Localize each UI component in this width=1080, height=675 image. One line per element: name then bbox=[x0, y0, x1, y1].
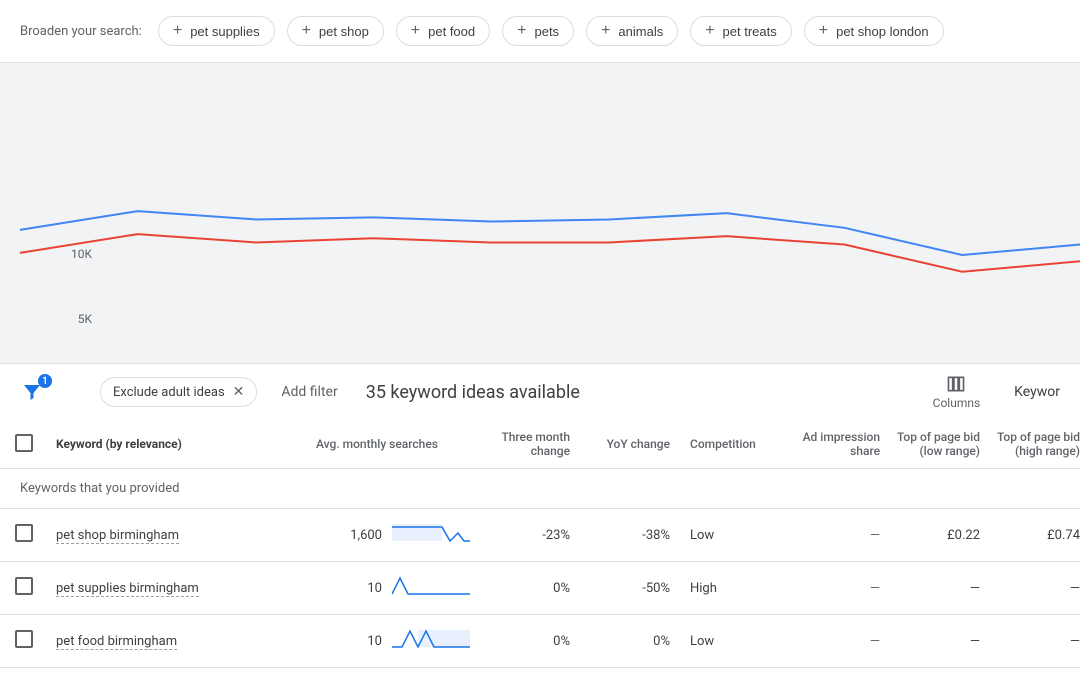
ad-share-cell: — bbox=[778, 562, 888, 615]
chart-series-line bbox=[20, 234, 1080, 272]
columns-icon bbox=[946, 374, 966, 394]
row-checkbox[interactable] bbox=[15, 630, 33, 648]
broaden-pill[interactable]: +pets bbox=[502, 16, 574, 46]
plus-icon: + bbox=[601, 23, 610, 39]
chart-svg: 10K 5K 0 Feb 2024MarAprMayJunJulAugSeptO… bbox=[0, 63, 1080, 363]
table-row: pet food birmingham100%0%Low——— bbox=[0, 615, 1080, 668]
broaden-search-bar: Broaden your search: +pet supplies +pet … bbox=[0, 0, 1080, 63]
col-three-month[interactable]: Three month change bbox=[478, 420, 578, 469]
y-tick-10k: 10K bbox=[71, 247, 92, 261]
add-filter-button[interactable]: Add filter bbox=[281, 384, 337, 400]
broaden-pill[interactable]: +pet shop london bbox=[804, 16, 944, 46]
broaden-pill[interactable]: +pet food bbox=[396, 16, 490, 46]
table-row: pet supplies birmingham100%-50%High——— bbox=[0, 562, 1080, 615]
col-competition[interactable]: Competition bbox=[678, 420, 778, 469]
col-ad-share[interactable]: Ad impression share bbox=[778, 420, 888, 469]
plus-icon: + bbox=[819, 23, 828, 39]
keyword-link[interactable]: pet shop birmingham bbox=[56, 528, 179, 544]
keyword-view-label: Keywor bbox=[1014, 384, 1060, 400]
bid-high-cell: — bbox=[988, 615, 1080, 668]
bid-low-cell: £0.22 bbox=[888, 509, 988, 562]
plus-icon: + bbox=[302, 23, 311, 39]
broaden-pill[interactable]: +pet shop bbox=[287, 16, 384, 46]
chart-series-line bbox=[20, 211, 1080, 255]
table-row: pet shop birmingham 1,600 -23%-38%Low—£0.2… bbox=[0, 509, 1080, 562]
plus-icon: + bbox=[173, 23, 182, 39]
broaden-label: Broaden your search: bbox=[20, 24, 142, 39]
yoy-cell: -38% bbox=[578, 509, 678, 562]
yoy-cell: 0% bbox=[578, 615, 678, 668]
trend-chart: 10K 5K 0 Feb 2024MarAprMayJunJulAugSeptO… bbox=[0, 63, 1080, 363]
sparkline bbox=[392, 627, 470, 655]
yoy-cell: -50% bbox=[578, 562, 678, 615]
avg-searches-cell: 10 bbox=[316, 627, 470, 655]
col-bid-high[interactable]: Top of page bid (high range) bbox=[988, 420, 1080, 469]
y-tick-5k: 5K bbox=[78, 312, 93, 326]
ideas-count: 35 keyword ideas available bbox=[366, 382, 580, 403]
filter-bar: 1 Exclude adult ideas ✕ Add filter 35 ke… bbox=[0, 363, 1080, 420]
broaden-pill[interactable]: +pet treats bbox=[690, 16, 792, 46]
columns-button[interactable]: Columns bbox=[933, 374, 981, 410]
plus-icon: + bbox=[705, 23, 714, 39]
bid-low-cell: — bbox=[888, 562, 988, 615]
filter-funnel-button[interactable]: 1 bbox=[20, 380, 44, 404]
ad-share-cell: — bbox=[778, 509, 888, 562]
competition-cell: Low bbox=[678, 615, 778, 668]
bid-high-cell: £0.74 bbox=[988, 509, 1080, 562]
col-keyword[interactable]: Keyword (by relevance) bbox=[48, 420, 308, 469]
row-checkbox[interactable] bbox=[15, 524, 33, 542]
avg-searches-cell: 1,600 bbox=[316, 521, 470, 549]
plus-icon: + bbox=[411, 23, 420, 39]
competition-cell: High bbox=[678, 562, 778, 615]
three-month-cell: 0% bbox=[478, 615, 578, 668]
col-avg[interactable]: Avg. monthly searches bbox=[308, 420, 478, 469]
col-yoy[interactable]: YoY change bbox=[578, 420, 678, 469]
broaden-pill[interactable]: +pet supplies bbox=[158, 16, 275, 46]
broaden-pill[interactable]: +animals bbox=[586, 16, 678, 46]
row-checkbox[interactable] bbox=[15, 577, 33, 595]
competition-cell: Low bbox=[678, 509, 778, 562]
keyword-link[interactable]: pet food birmingham bbox=[56, 634, 177, 650]
plus-icon: + bbox=[517, 23, 526, 39]
col-bid-low[interactable]: Top of page bid (low range) bbox=[888, 420, 988, 469]
filter-chip-exclude-adult[interactable]: Exclude adult ideas ✕ bbox=[100, 377, 257, 407]
bid-high-cell: — bbox=[988, 562, 1080, 615]
avg-searches-cell: 10 bbox=[316, 574, 470, 602]
keyword-link[interactable]: pet supplies birmingham bbox=[56, 581, 199, 597]
sparkline bbox=[392, 521, 470, 549]
sparkline bbox=[392, 574, 470, 602]
table-header-row: Keyword (by relevance) Avg. monthly sear… bbox=[0, 420, 1080, 469]
select-all-checkbox[interactable] bbox=[15, 434, 33, 452]
keyword-ideas-table: Keyword (by relevance) Avg. monthly sear… bbox=[0, 420, 1080, 668]
close-icon[interactable]: ✕ bbox=[233, 384, 245, 400]
filter-count-badge: 1 bbox=[38, 374, 52, 388]
ad-share-cell: — bbox=[778, 615, 888, 668]
section-provided-keywords: Keywords that you provided bbox=[0, 469, 1080, 509]
three-month-cell: 0% bbox=[478, 562, 578, 615]
bid-low-cell: — bbox=[888, 615, 988, 668]
three-month-cell: -23% bbox=[478, 509, 578, 562]
